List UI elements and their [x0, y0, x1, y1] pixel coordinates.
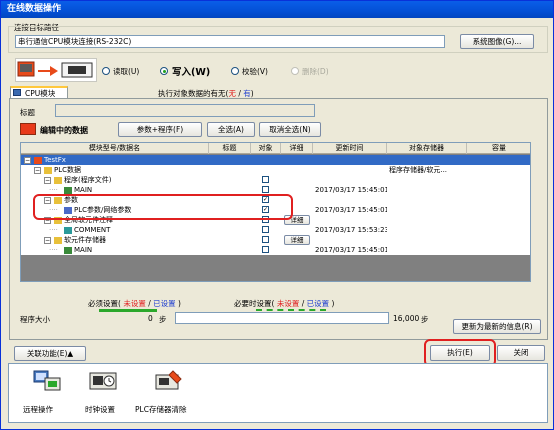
write-label: 写入(W)	[172, 67, 211, 78]
grid-header: 模块型号/数据名 标题 对象 详细 更新时间 对象存储器 容量	[21, 143, 530, 154]
grid-row[interactable]: ···· COMMENT 2017/03/17 15:53:23	[21, 225, 530, 235]
clock-setting-label: 时钟设置	[85, 405, 115, 414]
tree-line: ····	[49, 226, 58, 234]
row-name: 软元件存储器	[54, 235, 209, 245]
row-name-text: TestFx	[44, 156, 66, 164]
plc-memory-clear-icon	[155, 370, 182, 390]
target-checkbox[interactable]	[262, 186, 269, 193]
remote-operation-label: 远程操作	[23, 405, 53, 414]
verify-label: 校验(V)	[242, 67, 268, 76]
grid-row[interactable]: − 程序(程序文件)	[21, 175, 530, 185]
col-target-storage: 对象存储器	[387, 143, 467, 154]
online-data-operation-window: 在线数据操作 连接目标路径 串行通信CPU模块连接(RS-232C) 系统图像(…	[0, 0, 554, 430]
mode-icon-panel	[15, 58, 97, 82]
folder-icon	[54, 176, 62, 184]
col-target: 对象	[251, 143, 281, 154]
title-label: 标题	[20, 108, 35, 117]
col-detail: 详细	[281, 143, 313, 154]
remote-operation-icon	[33, 370, 61, 391]
program-size-label: 程序大小	[20, 315, 50, 324]
expand-toggle-icon[interactable]: −	[44, 237, 51, 244]
tree-line: ····	[49, 246, 58, 254]
prog-icon	[64, 186, 72, 194]
row-name: MAIN	[64, 245, 209, 255]
row-name-text: MAIN	[74, 246, 93, 254]
plc-memory-clear-item[interactable]: PLC存储器清除	[135, 369, 205, 419]
write-radio[interactable]	[160, 67, 168, 75]
col-module-data-name: 模块型号/数据名	[21, 143, 209, 154]
write-mode-icon	[17, 61, 93, 78]
col-capacity: 容量	[467, 143, 530, 154]
required-settings-legend: 必须设置( 未设置 / 已设置 )	[88, 299, 181, 308]
grid-row[interactable]: − PLC数据 程序存储器/软元...	[21, 165, 530, 175]
prog-icon	[64, 246, 72, 254]
row-name-text: PLC数据	[54, 166, 82, 174]
target-checkbox[interactable]	[262, 226, 269, 233]
update-time: 2017/03/17 15:45:01	[315, 186, 387, 194]
row-name-text: 软元件存储器	[64, 236, 106, 244]
cpu-module-icon	[13, 89, 21, 96]
read-radio[interactable]	[102, 67, 110, 75]
grid-row[interactable]: ···· MAIN 2017/03/17 15:45:01	[21, 245, 530, 255]
editing-data-label: 编辑中的数据	[40, 126, 88, 135]
row-name: COMMENT	[64, 225, 209, 235]
remote-operation-item[interactable]: 远程操作	[23, 369, 67, 419]
highlight-parameters	[33, 194, 293, 220]
plc-memory-clear-label: PLC存储器清除	[135, 405, 187, 414]
grid-row[interactable]: − 软元件存储器 详细	[21, 235, 530, 245]
editing-data-icon	[20, 123, 36, 135]
read-label: 读取(U)	[113, 67, 140, 76]
row-name: TestFx	[34, 155, 209, 165]
row-name-text: COMMENT	[74, 226, 111, 234]
cpu-module-tab-label: CPU模块	[25, 89, 56, 98]
title-field[interactable]	[55, 104, 315, 117]
related-functions-button[interactable]: 关联功能(E)▲	[14, 346, 86, 361]
target-checkbox[interactable]	[262, 246, 269, 253]
update-time: 2017/03/17 15:53:23	[315, 226, 387, 234]
clock-setting-item[interactable]: 时钟设置	[83, 369, 127, 419]
row-name-text: 程序(程序文件)	[64, 176, 112, 184]
update-time: 2017/03/17 15:45:01	[315, 246, 387, 254]
expand-toggle-icon[interactable]: −	[44, 177, 51, 184]
program-size-total-unit: 步	[421, 315, 429, 324]
delete-radio[interactable]	[291, 67, 299, 75]
clock-setting-icon	[89, 372, 117, 390]
program-size-total: 16,000	[393, 314, 420, 323]
execute-button[interactable]: 执行(E)	[430, 345, 490, 361]
params-program-button[interactable]: 参数+程序(F)	[118, 122, 202, 137]
comment-icon	[64, 226, 72, 234]
window-title: 在线数据操作	[1, 1, 553, 18]
program-size-used-unit: 步	[159, 315, 167, 324]
folder-icon	[54, 236, 62, 244]
select-all-button[interactable]: 全选(A)	[207, 122, 255, 137]
detail-button[interactable]: 详细	[284, 235, 310, 245]
close-button[interactable]: 关闭	[497, 345, 545, 361]
expand-toggle-icon[interactable]: −	[34, 167, 41, 174]
target-checkbox[interactable]	[262, 176, 269, 183]
verify-radio[interactable]	[231, 67, 239, 75]
update-time: 2017/03/17 15:45:01	[315, 206, 387, 214]
row-name: 程序(程序文件)	[54, 175, 209, 185]
related-functions-panel: 远程操作 时钟设置 PLC存储器清除	[8, 363, 548, 423]
expand-toggle-icon[interactable]: −	[24, 157, 31, 164]
grid-row[interactable]: − TestFx	[21, 155, 530, 165]
connection-path-field: 串行通信CPU模块连接(RS-232C)	[15, 35, 445, 48]
update-latest-info-button[interactable]: 更新为最新的信息(R)	[453, 319, 541, 334]
delete-label: 删除(D)	[302, 67, 329, 76]
col-update-time: 更新时间	[313, 143, 387, 154]
plc-icon	[34, 156, 42, 164]
required-settings-bar	[99, 309, 157, 312]
row-name-text: MAIN	[74, 186, 93, 194]
program-size-progress	[175, 312, 389, 324]
system-image-button[interactable]: 系统图像(G)...	[460, 34, 534, 49]
row-name: PLC数据	[44, 165, 209, 175]
program-size-used: 0	[148, 314, 153, 323]
optional-settings-legend: 必要时设置( 未设置 / 已设置 )	[234, 299, 335, 308]
deselect-all-button[interactable]: 取消全选(N)	[259, 122, 321, 137]
folder-icon	[44, 166, 52, 174]
target-storage: 程序存储器/软元...	[389, 166, 448, 174]
target-checkbox[interactable]	[262, 236, 269, 243]
col-title: 标题	[209, 143, 251, 154]
